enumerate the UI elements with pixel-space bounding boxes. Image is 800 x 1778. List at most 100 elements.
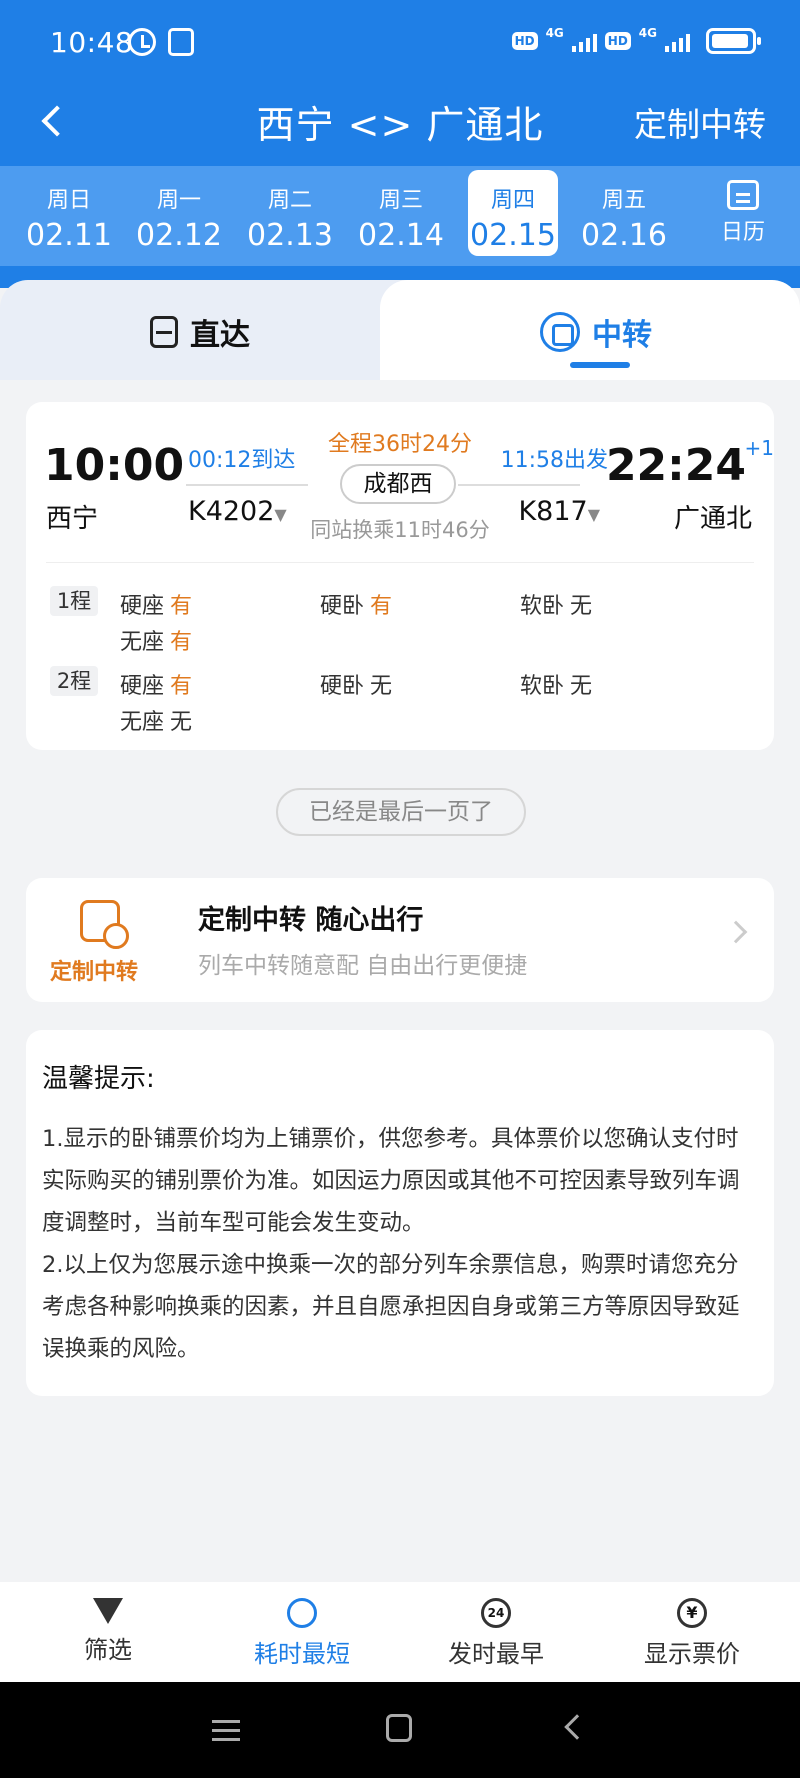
date-weekday: 周二 [267, 188, 312, 213]
alarm-icon [128, 28, 156, 56]
seat-availability: 有 [170, 594, 193, 619]
date-item[interactable]: 周三 02.14 [356, 170, 446, 256]
date-item[interactable]: 周五 02.16 [579, 170, 669, 256]
tips-body: 1.显示的卧铺票价均为上铺票价，供您参考。具体票价以您确认支付时实际购买的铺别票… [42, 1118, 758, 1370]
battery-icon [706, 28, 761, 54]
arrival-time: 22:24 [605, 440, 746, 491]
tips-line: 1.显示的卧铺票价均为上铺票价，供您参考。具体票价以您确认支付时实际购买的铺别票… [42, 1126, 740, 1236]
seat-name: 无座 [120, 710, 165, 735]
seat-availability: 无 [170, 710, 193, 735]
date-weekday: 周四 [490, 188, 535, 213]
seat-name: 硬卧 [320, 674, 365, 699]
tab-direct-content: 直达 [150, 310, 250, 354]
transfer-station: 成都西 [340, 464, 456, 504]
filter-icon [93, 1598, 123, 1624]
seat-name: 软卧 [520, 674, 565, 699]
clock-24-icon: 24 [481, 1598, 511, 1628]
date-weekday: 周三 [378, 188, 423, 213]
seat-availability: 无 [370, 674, 393, 699]
date-weekday: 周日 [46, 188, 91, 213]
calendar-label: 日历 [720, 220, 765, 245]
date-weekday: 周五 [601, 188, 646, 213]
show-price-label: 显示票价 [644, 1640, 740, 1668]
seat-name: 硬座 [120, 674, 165, 699]
status-bar: 10:48 HD 4G HD 4G [0, 0, 800, 84]
tab-direct[interactable]: 直达 [0, 280, 420, 380]
nfc-icon [168, 28, 194, 56]
status-right: HD 4G HD 4G [511, 26, 761, 54]
seat-info: 硬卧有 [320, 588, 392, 620]
sort-shortest-button[interactable]: 耗时最短 [202, 1582, 402, 1682]
hd-badge-2: HD [604, 32, 631, 50]
date-item-selected[interactable]: 周四 02.15 [468, 170, 558, 256]
seat-availability: 有 [370, 594, 393, 619]
sort-shortest-label: 耗时最短 [254, 1640, 350, 1668]
bottom-toolbar: 筛选 耗时最短 24 发时最早 ¥ 显示票价 [0, 1582, 800, 1682]
filter-label: 筛选 [84, 1636, 132, 1664]
tab-active-indicator [570, 362, 630, 368]
arrive-transfer-time: 00:12到达 [188, 448, 296, 473]
date-value: 02.12 [136, 218, 222, 253]
trip-card[interactable]: 全程36时24分 10:00 西宁 00:12到达 11:58出发 22:24 … [26, 402, 774, 750]
tab-bar: 直达 中转 [0, 280, 800, 380]
signal-icon [571, 30, 597, 52]
calendar-button[interactable]: 日历 [708, 174, 778, 254]
tips-line: 2.以上仅为您展示途中换乘一次的部分列车余票信息，购票时请您充分考虑各种影响换乘… [42, 1252, 740, 1362]
date-value: 02.11 [26, 218, 112, 253]
tab-transfer-content: 中转 [540, 310, 652, 354]
menu-icon[interactable] [212, 1720, 240, 1723]
last-page-notice: 已经是最后一页了 [276, 788, 526, 836]
seat-name: 硬卧 [320, 594, 365, 619]
home-icon[interactable] [386, 1714, 412, 1742]
train-icon [150, 316, 178, 348]
promo-title: 定制中转 随心出行 [198, 905, 424, 936]
date-item[interactable]: 周日 02.11 [24, 170, 114, 256]
sort-earliest-button[interactable]: 24 发时最早 [396, 1582, 596, 1682]
date-item[interactable]: 周一 02.12 [134, 170, 224, 256]
seat-info: 硬卧无 [320, 668, 392, 700]
network-label: 4G [545, 26, 564, 40]
seat-availability: 有 [170, 674, 193, 699]
seat-name: 无座 [120, 630, 165, 655]
seat-info: 无座有 [120, 624, 192, 656]
tips-title: 温馨提示: [42, 1064, 155, 1094]
back-icon[interactable] [564, 1714, 590, 1740]
date-value: 02.15 [470, 218, 556, 253]
hd-badge: HD [511, 32, 538, 50]
depart-transfer-time: 11:58出发 [500, 448, 608, 473]
custom-transfer-link[interactable]: 定制中转 [634, 98, 766, 146]
seat-availability: 有 [170, 630, 193, 655]
transfer-icon [540, 312, 580, 352]
custom-transfer-icon [80, 900, 129, 949]
date-weekday: 周一 [156, 188, 201, 213]
signal-icon-2 [665, 30, 690, 52]
seat-info: 硬座有 [120, 668, 192, 700]
seat-info: 硬座有 [120, 588, 192, 620]
seat-info: 软卧无 [520, 588, 592, 620]
date-item[interactable]: 周二 02.13 [245, 170, 335, 256]
status-time: 10:48 [50, 26, 134, 59]
date-value: 02.14 [358, 218, 444, 253]
seat-info: 无座无 [120, 704, 192, 736]
seat-availability: 无 [570, 674, 593, 699]
tips-card: 温馨提示: 1.显示的卧铺票价均为上铺票价，供您参考。具体票价以您确认支付时实际… [26, 1030, 774, 1396]
seat-name: 硬座 [120, 594, 165, 619]
date-value: 02.16 [581, 218, 667, 253]
nav-bar: 西宁 <> 广通北 定制中转 [0, 84, 800, 164]
filter-button[interactable]: 筛选 [8, 1582, 208, 1682]
network-label-2: 4G [638, 26, 657, 40]
show-price-button[interactable]: ¥ 显示票价 [592, 1582, 792, 1682]
seat-info: 软卧无 [520, 668, 592, 700]
timer-icon [287, 1598, 317, 1628]
date-value: 02.13 [247, 218, 333, 253]
system-nav-bar [0, 1682, 800, 1778]
segment-tag: 1程 [50, 586, 98, 616]
route-line [458, 484, 580, 486]
seat-availability: 无 [570, 594, 593, 619]
promo-subtitle: 列车中转随意配 自由出行更便捷 [198, 953, 528, 979]
custom-transfer-banner[interactable]: 定制中转 定制中转 随心出行 列车中转随意配 自由出行更便捷 [26, 878, 774, 1002]
promo-brand: 定制中转 [50, 960, 139, 985]
next-day-badge: +1 [744, 436, 774, 460]
divider [46, 562, 754, 563]
tab-direct-label: 直达 [190, 318, 250, 353]
